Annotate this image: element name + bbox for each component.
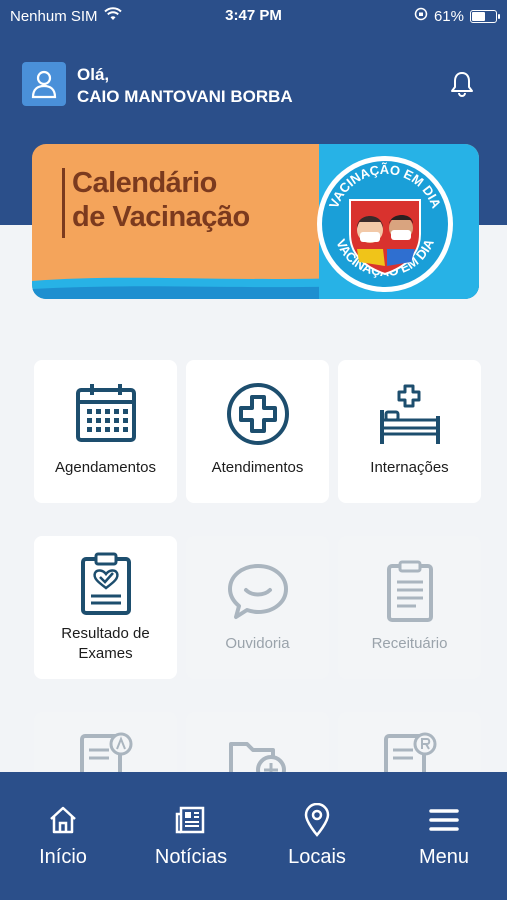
clipboard-heart-icon <box>80 552 131 615</box>
tile-resultado-exames[interactable]: Resultado de Exames <box>34 536 177 679</box>
battery-percent: 61% <box>433 7 464 25</box>
calendar-icon <box>75 384 136 442</box>
nav-inicio[interactable]: Início <box>8 802 118 869</box>
nav-label: Menu <box>418 846 470 868</box>
home-icon <box>50 806 76 834</box>
user-name: CAIO MANTOVANI BORBA <box>77 87 293 106</box>
tile-internacoes[interactable]: Internações <box>338 360 481 503</box>
nav-label: Locais <box>288 846 346 868</box>
banner-title: Calendário de Vacinação <box>72 166 250 234</box>
nav-noticias[interactable]: Notícias <box>136 802 246 869</box>
tile-receituario[interactable]: Receituário <box>338 536 481 679</box>
user-icon <box>31 70 57 99</box>
nav-label: Notícias <box>154 846 228 868</box>
battery-icon <box>470 9 500 23</box>
prescription-clipboard-icon <box>386 560 433 622</box>
banner-accent-bar <box>62 168 65 238</box>
tile-label: Agendamentos <box>55 459 156 476</box>
tile-label: Internações <box>370 459 449 476</box>
status-bar: Nenhum SIM 3:47 PM 61% <box>0 0 507 32</box>
hamburger-menu-icon <box>429 809 459 831</box>
tile-agendamentos[interactable]: Agendamentos <box>34 360 177 503</box>
tile-label-line1: Resultado de <box>61 625 150 642</box>
hospital-bed-icon <box>379 384 440 444</box>
tile-ouvidoria[interactable]: Ouvidoria <box>186 536 329 679</box>
bottom-navigation: Início Notícias Locais Menu <box>0 772 507 900</box>
chat-bubble-icon <box>227 564 288 619</box>
tile-atendimentos[interactable]: Atendimentos <box>186 360 329 503</box>
nav-menu[interactable]: Menu <box>389 802 499 869</box>
greeting-text: Olá, <box>77 65 110 84</box>
tile-label-line2: Exames <box>78 645 133 662</box>
tile-label: Receituário <box>371 635 448 652</box>
greeting: Olá, CAIO MANTOVANI BORBA <box>77 64 293 108</box>
user-header: Olá, CAIO MANTOVANI BORBA <box>22 62 485 112</box>
bell-icon[interactable] <box>449 70 475 103</box>
banner-title-line2: de Vacinação <box>72 201 250 233</box>
orientation-lock-icon <box>414 7 428 25</box>
banner-title-line1: Calendário <box>72 167 217 199</box>
medical-cross-icon <box>226 383 289 445</box>
tile-label: Resultado de Exames <box>34 624 177 664</box>
nav-locais[interactable]: Locais <box>262 802 372 869</box>
vaccination-banner[interactable]: Calendário de Vacinação VACINAÇÃO EM DIA… <box>32 144 479 299</box>
tile-label: Ouvidoria <box>225 635 290 652</box>
avatar[interactable] <box>22 62 66 106</box>
tile-label: Atendimentos <box>211 459 304 476</box>
newspaper-icon <box>175 806 205 834</box>
vaccination-badge: VACINAÇÃO EM DIA VACINAÇÃO EM DIA <box>317 156 453 292</box>
nav-label: Início <box>39 846 87 868</box>
location-pin-icon <box>304 803 330 837</box>
